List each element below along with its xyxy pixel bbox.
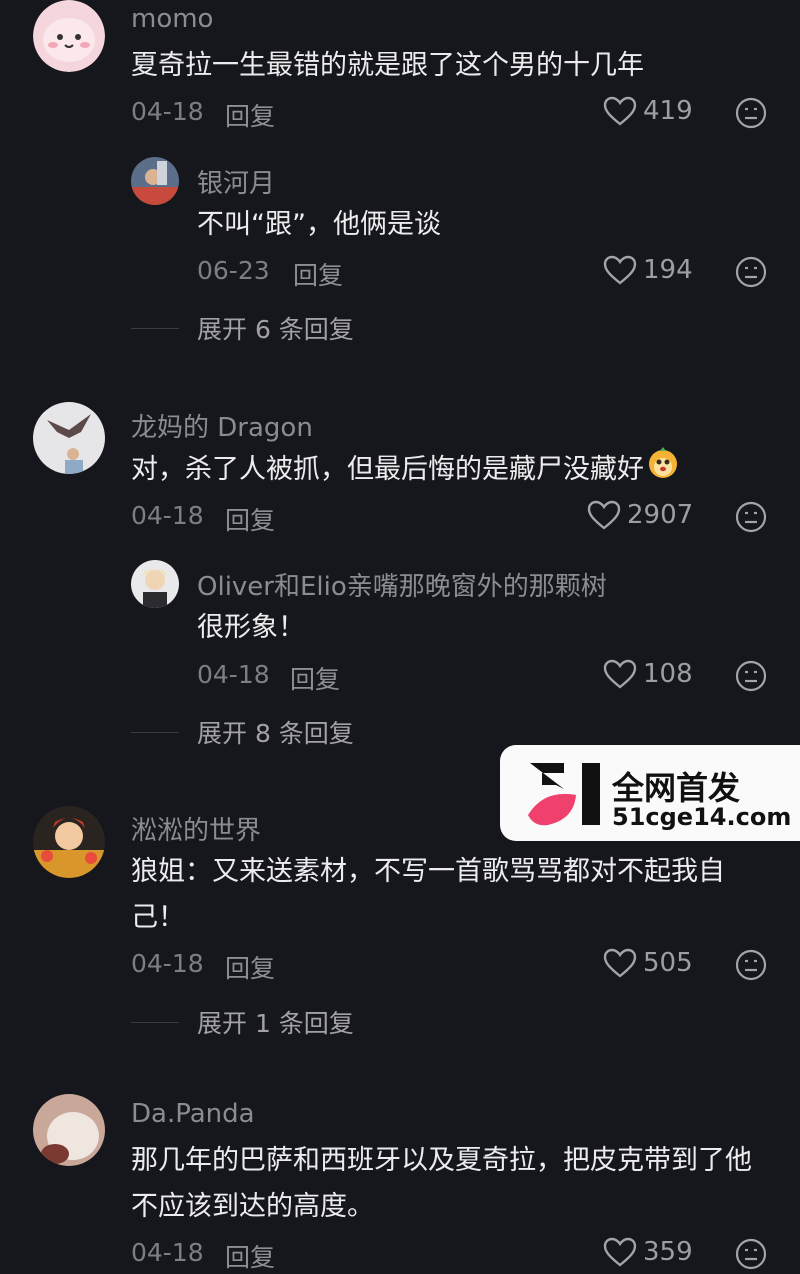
divider-line	[131, 731, 179, 733]
reply-button[interactable]: 回复	[225, 97, 275, 133]
heart-icon	[603, 948, 637, 978]
dragon-photo-avatar[interactable]	[33, 402, 105, 474]
like-count: 505	[643, 948, 693, 978]
like-button[interactable]: 505	[603, 948, 693, 978]
watermark-logo-icon	[524, 759, 604, 833]
dislike-icon[interactable]	[735, 97, 767, 129]
yellow-face-emoji-icon	[646, 446, 680, 495]
dislike-icon[interactable]	[735, 501, 767, 533]
comment-text: 狼姐：又来送素材，不写一首歌骂骂都对不起我自己！	[131, 856, 725, 933]
reply-button[interactable]: 回复	[290, 660, 340, 696]
reply-text: 很形象！	[197, 612, 305, 643]
comment-text-content: 对，杀了人被抓，但最后悔的是藏尸没藏好	[131, 454, 644, 485]
comment-text: 那几年的巴萨和西班牙以及夏奇拉，把皮克带到了他不应该到达的高度。	[131, 1145, 752, 1222]
dislike-icon[interactable]	[735, 1238, 767, 1270]
expand-label: 展开 6 条回复	[197, 315, 354, 344]
like-button[interactable]: 419	[603, 96, 693, 126]
heart-icon	[603, 1237, 637, 1267]
heart-icon	[603, 96, 637, 126]
heart-icon	[587, 500, 621, 530]
like-count: 108	[643, 659, 693, 689]
expand-label: 展开 8 条回复	[197, 719, 354, 748]
divider-line	[131, 1021, 179, 1023]
comment-item: 淞淞的世界 狼姐：又来送素材，不写一首歌骂骂都对不起我自己！ 04-18 回复 …	[0, 804, 800, 1064]
comment-date: 04-18	[131, 97, 204, 126]
comment-date: 04-18	[131, 1238, 204, 1267]
reply-text: 不叫“跟”，他俩是谈	[197, 209, 441, 240]
like-count: 194	[643, 255, 693, 285]
expand-label: 展开 1 条回复	[197, 1009, 354, 1038]
heart-icon	[603, 659, 637, 689]
watermark-badge: 全网首发 51cge14.com	[500, 745, 800, 841]
reply-button[interactable]: 回复	[225, 1238, 275, 1274]
reply-button[interactable]: 回复	[225, 949, 275, 985]
comment-text: 夏奇拉一生最错的就是跟了这个男的十几年	[131, 50, 644, 81]
person-photo-avatar[interactable]	[131, 560, 179, 608]
dislike-icon[interactable]	[735, 949, 767, 981]
pink-bunny-avatar[interactable]	[33, 0, 105, 72]
like-button[interactable]: 2907	[587, 500, 693, 530]
comment-item: Da.Panda 那几年的巴萨和西班牙以及夏奇拉，把皮克带到了他不应该到达的高度…	[0, 1094, 800, 1272]
heart-icon	[603, 255, 637, 285]
reply-date: 06-23	[197, 256, 270, 285]
comment-username[interactable]: 龙妈的 Dragon	[131, 407, 313, 444]
comment-date: 04-18	[131, 949, 204, 978]
watermark-url: 51cge14.com	[612, 803, 792, 831]
expand-replies-button[interactable]: 展开 6 条回复	[131, 310, 354, 346]
reply-username[interactable]: 银河月	[197, 163, 275, 200]
photo-avatar[interactable]	[131, 157, 179, 205]
comment-date: 04-18	[131, 501, 204, 530]
expand-replies-button[interactable]: 展开 8 条回复	[131, 714, 354, 750]
reply-date: 04-18	[197, 660, 270, 689]
comment-username[interactable]: 淞淞的世界	[131, 810, 261, 847]
comment-username[interactable]: Da.Panda	[131, 1099, 255, 1129]
comment-text: 对，杀了人被抓，但最后悔的是藏尸没藏好	[131, 446, 771, 495]
festive-cartoon-avatar[interactable]	[33, 806, 105, 878]
like-count: 419	[643, 96, 693, 126]
comment-username[interactable]: momo	[131, 4, 213, 34]
like-button[interactable]: 108	[603, 659, 693, 689]
dislike-icon[interactable]	[735, 660, 767, 692]
comment-item: 龙妈的 Dragon 对，杀了人被抓，但最后悔的是藏尸没藏好 04-18 回复 …	[0, 400, 800, 760]
dislike-icon[interactable]	[735, 256, 767, 288]
like-button[interactable]: 194	[603, 255, 693, 285]
divider-line	[131, 327, 179, 329]
like-button[interactable]: 359	[603, 1237, 693, 1267]
comment-item: momo 夏奇拉一生最错的就是跟了这个男的十几年 04-18 回复 419 银河…	[0, 0, 800, 360]
reply-button[interactable]: 回复	[225, 501, 275, 537]
like-count: 359	[643, 1237, 693, 1267]
expand-replies-button[interactable]: 展开 1 条回复	[131, 1004, 354, 1040]
like-count: 2907	[627, 500, 694, 530]
reply-username[interactable]: Oliver和Elio亲嘴那晚窗外的那颗树	[197, 566, 607, 603]
panda-photo-avatar[interactable]	[33, 1094, 105, 1166]
reply-button[interactable]: 回复	[293, 256, 343, 292]
